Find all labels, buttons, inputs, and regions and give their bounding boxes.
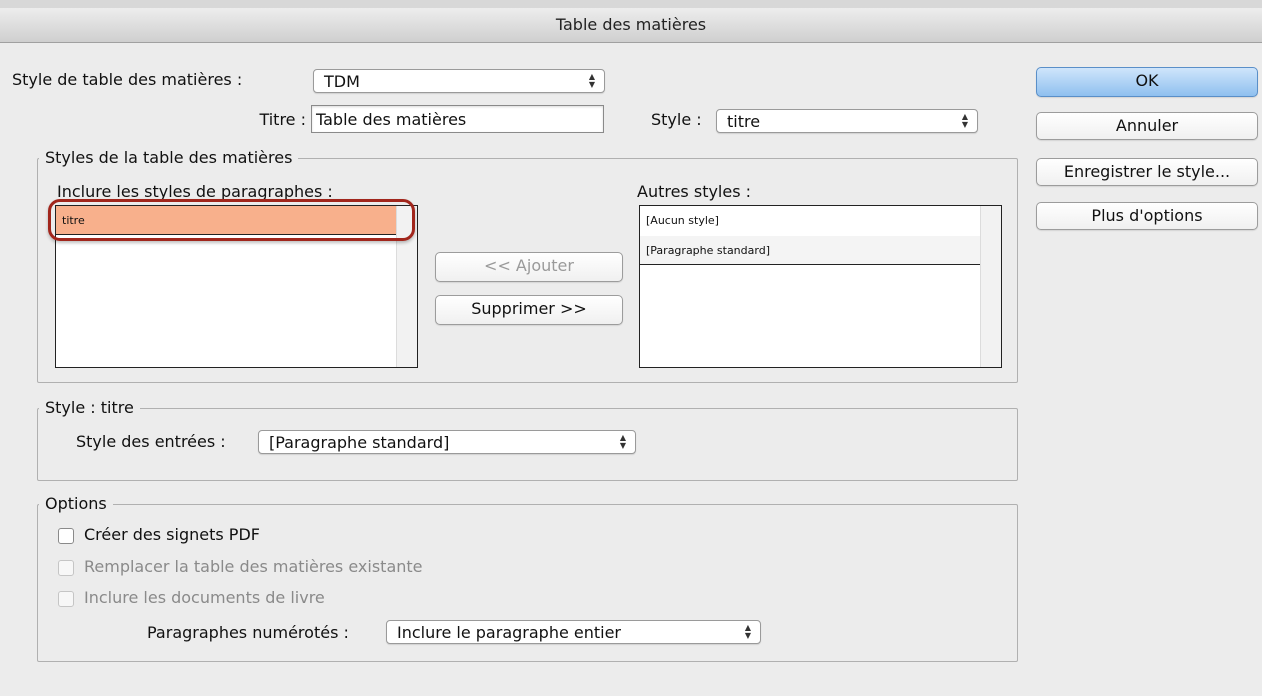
popup-arrows-icon: ▲ ▼ [619, 433, 626, 450]
entry-style-value: [Paragraphe standard] [269, 433, 450, 452]
entry-style-popup[interactable]: [Paragraphe standard] ▲ ▼ [258, 430, 636, 454]
list-item[interactable]: [Paragraphe standard] [640, 236, 981, 265]
more-options-button-label: Plus d'options [1091, 206, 1203, 225]
other-styles-label: Autres styles : [637, 182, 752, 201]
toc-style-value: TDM [324, 72, 360, 91]
entry-style-label: Style des entrées : [76, 432, 226, 451]
numbered-paragraphs-popup[interactable]: Inclure le paragraphe entier ▲ ▼ [386, 620, 761, 644]
style-entry-group-title: Style : titre [39, 398, 140, 417]
include-book-docs-checkbox[interactable] [58, 591, 74, 607]
title-style-label: Style : [651, 110, 702, 129]
ok-button[interactable]: OK [1036, 67, 1258, 97]
remove-button[interactable]: Supprimer >> [435, 295, 623, 325]
toc-style-label: Style de table des matières : [12, 70, 243, 89]
save-style-button-label: Enregistrer le style... [1063, 162, 1231, 181]
highlight-ring [48, 199, 415, 241]
title-text-field[interactable]: Table des matières [311, 105, 604, 133]
toc-styles-group-title: Styles de la table des matières [39, 148, 299, 167]
create-pdf-bookmarks-label: Créer des signets PDF [84, 525, 260, 544]
replace-existing-label: Remplacer la table des matières existant… [84, 557, 423, 576]
options-group-title: Options [39, 494, 113, 513]
popup-arrows-icon: ▲ ▼ [961, 112, 968, 129]
cancel-button[interactable]: Annuler [1036, 112, 1258, 140]
list-item-label: [Aucun style] [646, 214, 719, 227]
other-styles-list[interactable]: [Aucun style] [Paragraphe standard] [639, 205, 1002, 368]
background-window-strip [0, 0, 1262, 8]
numbered-paragraphs-label: Paragraphes numérotés : [147, 623, 349, 642]
toc-style-popup[interactable]: TDM ▲ ▼ [313, 69, 605, 93]
list-item-label: [Paragraphe standard] [646, 244, 770, 257]
ok-button-label: OK [1135, 71, 1159, 90]
more-options-button[interactable]: Plus d'options [1036, 202, 1258, 230]
numbered-paragraphs-value: Inclure le paragraphe entier [397, 623, 622, 642]
create-pdf-bookmarks-checkbox[interactable] [58, 528, 74, 544]
add-button[interactable]: << Ajouter [435, 252, 623, 282]
dialog-title: Table des matières [555, 15, 707, 34]
title-style-popup[interactable]: titre ▲ ▼ [716, 109, 978, 133]
title-field-value: Table des matières [316, 110, 467, 129]
other-list-scrollbar[interactable] [980, 206, 1001, 367]
dialog-titlebar: Table des matières [0, 8, 1262, 43]
remove-button-label: Supprimer >> [471, 299, 587, 318]
title-style-value: titre [727, 112, 761, 131]
cancel-button-label: Annuler [1115, 116, 1179, 135]
popup-arrows-icon: ▲ ▼ [744, 623, 751, 640]
add-button-label: << Ajouter [484, 256, 574, 275]
save-style-button[interactable]: Enregistrer le style... [1036, 158, 1258, 186]
replace-existing-checkbox[interactable] [58, 560, 74, 576]
popup-arrows-icon: ▲ ▼ [588, 72, 595, 89]
title-label: Titre : [259, 110, 306, 129]
list-item[interactable]: [Aucun style] [640, 206, 981, 235]
include-book-docs-label: Inclure les documents de livre [84, 588, 325, 607]
